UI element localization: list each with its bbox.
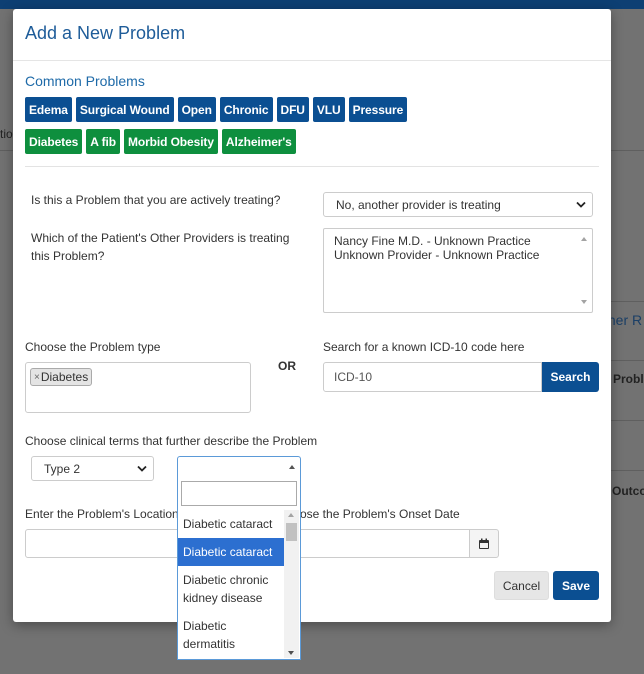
common-problem-chip-edema[interactable]: Edema (25, 97, 72, 122)
dropdown-option[interactable]: Diabetic cataract (178, 510, 284, 538)
calendar-icon (479, 538, 489, 549)
bg-divider (611, 470, 644, 471)
common-problem-chip-surgical-wound[interactable]: Surgical Wound (75, 97, 174, 122)
scrollbar-thumb[interactable] (286, 523, 297, 541)
common-problem-chip-alzheimers[interactable]: Alzheimer's (221, 129, 296, 154)
common-problem-chip-vlu[interactable]: VLU (312, 97, 345, 122)
common-problems-row-2: Diabetes A fib Morbid Obesity Alzheimer'… (25, 129, 296, 154)
bg-divider (611, 301, 644, 302)
dropdown-scrollbar[interactable] (284, 510, 299, 658)
dropdown-search-input[interactable] (181, 481, 297, 506)
dropdown-option[interactable]: Diabetic chronic kidney disease (178, 566, 284, 612)
scroll-down-icon[interactable] (288, 651, 294, 655)
provider-option[interactable]: Nancy Fine M.D. - Unknown Practice (334, 234, 582, 248)
common-problem-chip-morbid-obesity[interactable]: Morbid Obesity (123, 129, 218, 154)
problem-type-tag-label: Diabetes (40, 370, 89, 384)
modal-title: Add a New Problem (25, 23, 186, 43)
provider-option[interactable]: Unknown Provider - Unknown Practice (334, 248, 582, 262)
diabetes-type-value: Type 2 (44, 461, 81, 476)
scroll-down-icon[interactable] (581, 300, 587, 304)
bg-divider (611, 360, 644, 361)
add-problem-modal: Add a New Problem Common Problems Edema … (13, 9, 611, 622)
diabetes-type-select[interactable]: Type 2 (31, 456, 154, 481)
bg-text-fragment: tio (0, 127, 13, 141)
app-top-bar (0, 0, 644, 9)
cancel-button[interactable]: Cancel (494, 571, 549, 600)
icd-placeholder: ICD-10 (334, 370, 373, 384)
other-providers-listbox[interactable]: Nancy Fine M.D. - Unknown Practice Unkno… (323, 228, 593, 313)
common-problem-chip-chronic[interactable]: Chronic (219, 97, 273, 122)
actively-treating-value: No, another provider is treating (336, 197, 501, 212)
chevron-up-icon (289, 465, 295, 469)
scroll-up-icon[interactable] (581, 237, 587, 241)
chevron-down-icon (576, 201, 586, 208)
icd-search-label: Search for a known ICD-10 code here (323, 340, 525, 354)
icd-search-button[interactable]: Search (542, 362, 599, 392)
bg-divider (611, 420, 644, 421)
bg-text-fragment: Outco (612, 484, 644, 498)
actively-treating-label: Is this a Problem that you are actively … (31, 193, 281, 207)
clinical-term-select-open[interactable] (177, 456, 301, 479)
location-label: Enter the Problem's Location (25, 507, 179, 521)
remove-tag-icon[interactable]: × (34, 372, 40, 383)
date-picker-button[interactable] (469, 529, 499, 558)
bg-text-fragment: Proble (613, 372, 644, 386)
common-problem-chip-diabetes[interactable]: Diabetes (25, 129, 83, 154)
chevron-down-icon (137, 465, 147, 472)
clinical-terms-label: Choose clinical terms that further descr… (25, 434, 318, 448)
dropdown-options: Diabetic cataract Diabetic cataract Diab… (178, 510, 284, 658)
dropdown-option[interactable]: Diabetic dermatitis (178, 612, 284, 658)
listbox-scrollbar[interactable] (578, 231, 590, 310)
problem-type-label: Choose the Problem type (25, 340, 161, 354)
clinical-term-dropdown: Diabetic cataract Diabetic cataract Diab… (177, 478, 301, 660)
common-problems-row-1: Edema Surgical Wound Open Chronic DFU VL… (25, 97, 408, 122)
common-problems-title: Common Problems (25, 73, 145, 89)
dropdown-option-highlighted[interactable]: Diabetic cataract (178, 538, 284, 566)
common-problem-chip-pressure[interactable]: Pressure (348, 97, 408, 122)
problem-type-input[interactable]: × Diabetes (25, 362, 251, 413)
onset-date-label: ose the Problem's Onset Date (300, 507, 460, 521)
actively-treating-select[interactable]: No, another provider is treating (323, 192, 593, 217)
problem-type-tag: × Diabetes (30, 368, 93, 386)
or-separator: OR (278, 359, 296, 373)
other-providers-label: Which of the Patient's Other Providers i… (31, 231, 290, 263)
modal-header: Add a New Problem (13, 9, 611, 61)
common-problem-chip-dfu[interactable]: DFU (276, 97, 309, 122)
common-problem-chip-open[interactable]: Open (177, 97, 216, 122)
scroll-up-icon[interactable] (288, 513, 294, 517)
section-divider (25, 166, 599, 167)
common-problem-chip-afib[interactable]: A fib (86, 129, 120, 154)
save-button[interactable]: Save (553, 571, 599, 600)
icd-search-input[interactable]: ICD-10 (323, 362, 542, 392)
